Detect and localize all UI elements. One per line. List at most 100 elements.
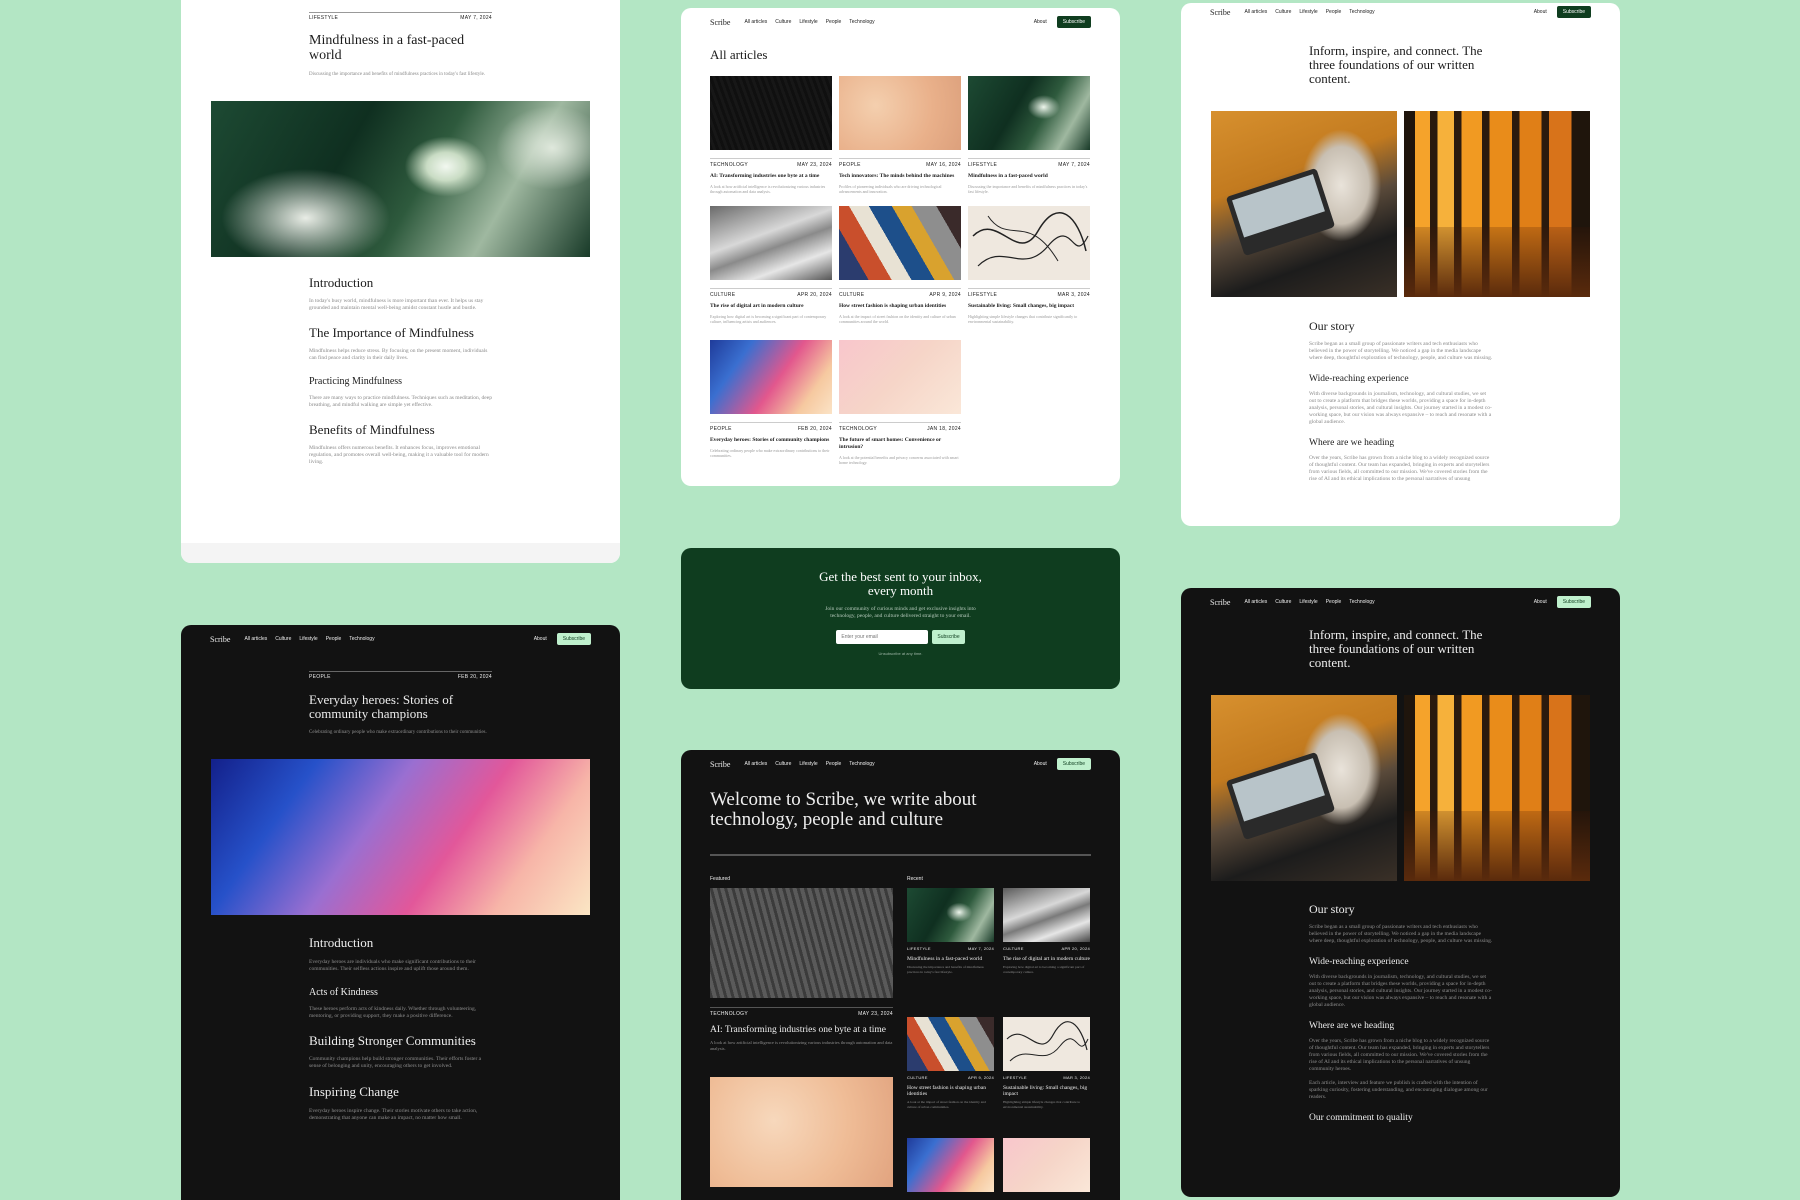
tile-date: MAY 16, 2024: [926, 162, 961, 168]
section-text: Everyday heroes are individuals who make…: [309, 959, 476, 972]
section-heading-introduction: Introduction: [309, 935, 374, 950]
article-hero-image: [211, 759, 590, 915]
logo[interactable]: Scribe: [1210, 598, 1230, 607]
recent-item[interactable]: CULTURE APR 20, 2024 The rise of digital …: [1003, 888, 1090, 974]
section-text: Over the years, Scribe has grown from a …: [1309, 455, 1490, 482]
about-image-lights: [1404, 695, 1590, 881]
nav-people[interactable]: People: [826, 761, 842, 767]
logo[interactable]: Scribe: [210, 635, 230, 644]
nav-lifestyle[interactable]: Lifestyle: [799, 761, 817, 767]
nav-people[interactable]: People: [826, 19, 842, 25]
recent-item[interactable]: CULTURE APR 9, 2024 How street fashion is…: [907, 1017, 994, 1109]
recent-image: [1003, 888, 1090, 942]
subscribe-button[interactable]: Subscribe: [1056, 16, 1091, 28]
tile-excerpt: A look at the impact of street fashion o…: [839, 314, 956, 324]
recent-image: [1003, 1017, 1090, 1071]
nav-culture[interactable]: Culture: [1275, 599, 1291, 605]
all-articles-page: Scribe All articles Culture Lifestyle Pe…: [681, 8, 1120, 486]
nav-culture[interactable]: Culture: [275, 636, 291, 642]
recent-date: APR 20, 2024: [1061, 946, 1090, 951]
secondary-featured-image[interactable]: [710, 1077, 893, 1187]
article-category[interactable]: LIFESTYLE: [309, 15, 338, 21]
recent-item[interactable]: LIFESTYLE MAY 7, 2024 Mindfulness in a fa…: [907, 888, 994, 974]
email-input[interactable]: [836, 630, 929, 644]
section-heading-experience: Wide-reaching experience: [1309, 374, 1409, 384]
tile-category: CULTURE: [839, 292, 865, 298]
recent-category: CULTURE: [1003, 946, 1024, 951]
subscribe-button[interactable]: Subscribe: [1056, 758, 1091, 770]
nav-lifestyle[interactable]: Lifestyle: [299, 636, 317, 642]
logo[interactable]: Scribe: [710, 760, 730, 769]
nav-people[interactable]: People: [1326, 9, 1342, 15]
nav-about[interactable]: About: [1034, 19, 1047, 25]
top-nav: Scribe All articles Culture Lifestyle Pe…: [710, 757, 1091, 771]
nav-about[interactable]: About: [1534, 9, 1547, 15]
nav-about[interactable]: About: [1034, 761, 1047, 767]
article-tile[interactable]: LIFESTYLE MAR 3, 2024 Sustainable living:…: [968, 206, 1090, 324]
top-nav: Scribe All articles Culture Lifestyle Pe…: [1210, 5, 1591, 19]
article-tile[interactable]: TECHNOLOGY MAY 23, 2024 AI: Transforming …: [710, 76, 832, 194]
nav-technology[interactable]: Technology: [349, 636, 374, 642]
article-date: FEB 20, 2024: [457, 674, 492, 680]
logo[interactable]: Scribe: [1210, 8, 1230, 17]
subscribe-button[interactable]: Subscribe: [1556, 6, 1591, 18]
article-tile[interactable]: LIFESTYLE MAY 7, 2024 Mindfulness in a fa…: [968, 76, 1090, 194]
section-heading-our-story: Our story: [1309, 902, 1355, 916]
subscribe-button[interactable]: Subscribe: [556, 633, 591, 645]
tile-title: Tech innovators: The minds behind the ma…: [839, 173, 955, 179]
recent-title: The rise of digital art in modern cultur…: [1003, 956, 1090, 962]
newsletter-subscribe-button[interactable]: Subscribe: [932, 630, 965, 644]
tile-image: [710, 76, 832, 150]
tile-category: LIFESTYLE: [968, 162, 998, 168]
nav-all-articles[interactable]: All articles: [244, 636, 267, 642]
tile-date: MAR 3, 2024: [1057, 292, 1090, 298]
nav-about[interactable]: About: [1534, 599, 1547, 605]
logo[interactable]: Scribe: [710, 18, 730, 27]
nav-all-articles[interactable]: All articles: [1244, 9, 1267, 15]
nav-people[interactable]: People: [326, 636, 342, 642]
recent-date: MAY 7, 2024: [967, 946, 994, 951]
nav-technology[interactable]: Technology: [1349, 9, 1374, 15]
recent-excerpt: Discussing the importance and benefits o…: [907, 965, 984, 974]
nav-culture[interactable]: Culture: [1275, 9, 1291, 15]
section-text: These heroes perform acts of kindness da…: [309, 1006, 477, 1019]
nav-lifestyle[interactable]: Lifestyle: [1299, 599, 1317, 605]
floor-shadow: [1404, 811, 1590, 881]
nav-culture[interactable]: Culture: [775, 19, 791, 25]
subscribe-button[interactable]: Subscribe: [1556, 596, 1591, 608]
tile-title: AI: Transforming industries one byte at …: [710, 173, 820, 179]
article-tile[interactable]: CULTURE APR 20, 2024 The rise of digital …: [710, 206, 832, 324]
recent-item[interactable]: LIFESTYLE MAR 3, 2024 Sustainable living:…: [1003, 1017, 1090, 1109]
article-tile[interactable]: CULTURE APR 9, 2024 How street fashion is…: [839, 206, 961, 324]
nav-technology[interactable]: Technology: [849, 761, 874, 767]
article-tile[interactable]: PEOPLE MAY 16, 2024 Tech innovators: The …: [839, 76, 961, 194]
nav-lifestyle[interactable]: Lifestyle: [1299, 9, 1317, 15]
nav-culture[interactable]: Culture: [775, 761, 791, 767]
nav-all-articles[interactable]: All articles: [744, 19, 767, 25]
recent-image[interactable]: [1003, 1138, 1090, 1192]
article-category[interactable]: PEOPLE: [309, 674, 331, 680]
article-meta-rule: [309, 671, 492, 672]
article-page-everyday-heroes: Scribe All articles Culture Lifestyle Pe…: [181, 625, 620, 1200]
nav-technology[interactable]: Technology: [1349, 599, 1374, 605]
featured-title: AI: Transforming industries one byte at …: [710, 1025, 886, 1035]
featured-article[interactable]: TECHNOLOGY MAY 23, 2024 AI: Transforming…: [710, 888, 893, 1052]
section-heading-kindness: Acts of Kindness: [309, 987, 378, 998]
section-text: Community champions help build stronger …: [309, 1056, 482, 1069]
article-tile[interactable]: PEOPLE FEB 20, 2024 Everyday heroes: Stor…: [710, 340, 832, 458]
tile-date: MAY 7, 2024: [1058, 162, 1090, 168]
nav-lifestyle[interactable]: Lifestyle: [799, 19, 817, 25]
recent-image[interactable]: [907, 1138, 994, 1192]
recent-image: [907, 888, 994, 942]
nav-people[interactable]: People: [1326, 599, 1342, 605]
featured-label: Featured: [710, 876, 731, 882]
tile-title: The future of smart homes: Convenience o…: [839, 437, 942, 450]
nav-about[interactable]: About: [534, 636, 547, 642]
nav-all-articles[interactable]: All articles: [744, 761, 767, 767]
about-image-tablet: [1211, 111, 1397, 297]
nav-all-articles[interactable]: All articles: [1244, 599, 1267, 605]
nav-technology[interactable]: Technology: [849, 19, 874, 25]
recent-category: CULTURE: [907, 1075, 928, 1080]
newsletter-title: Get the best sent to your inbox, every m…: [819, 569, 982, 598]
article-tile[interactable]: TECHNOLOGY JAN 18, 2024 The future of sma…: [839, 340, 961, 465]
